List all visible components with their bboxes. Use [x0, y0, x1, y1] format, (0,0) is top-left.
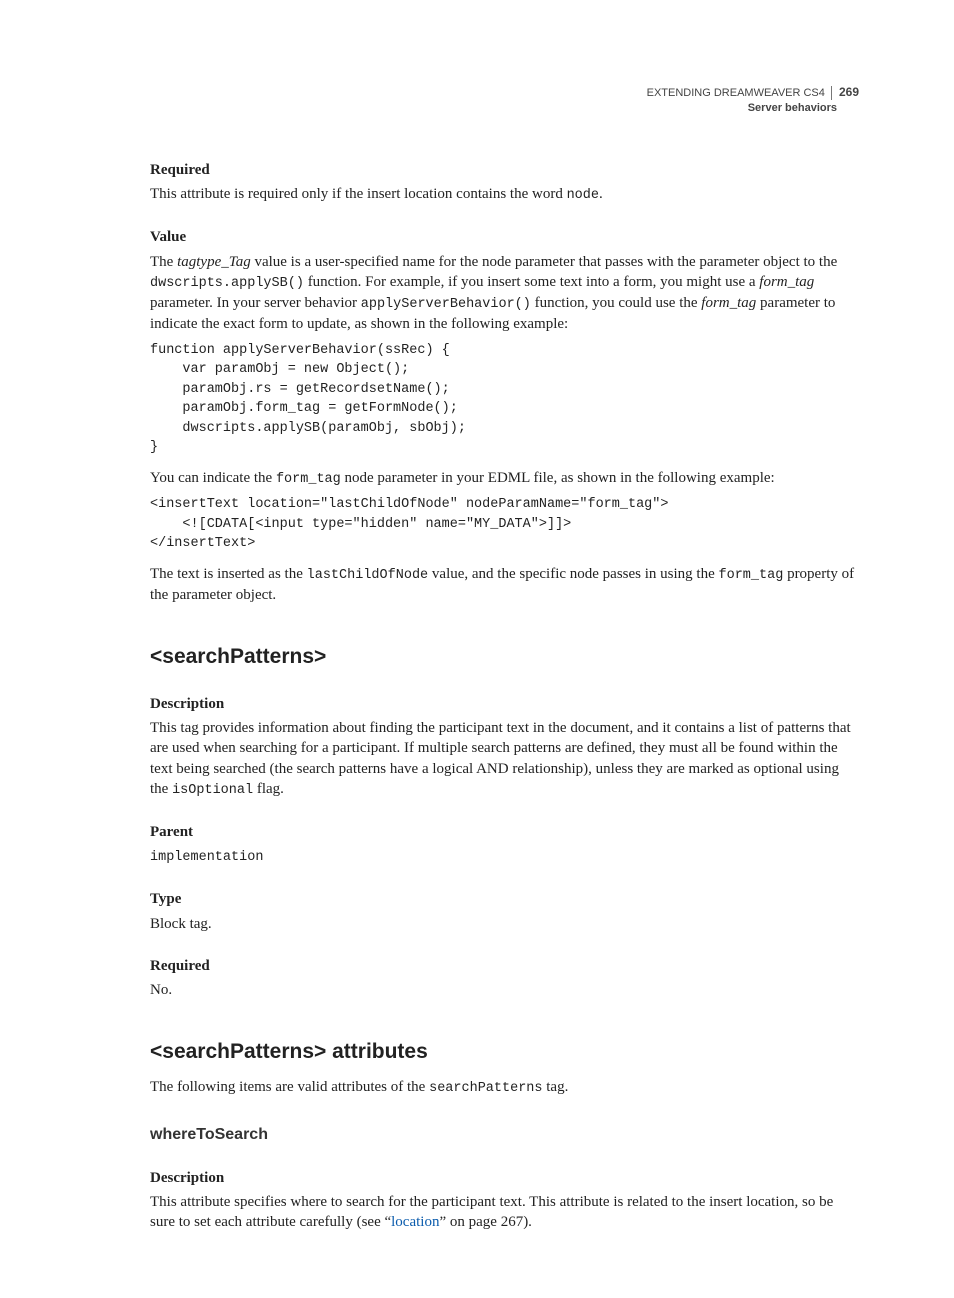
text: The — [150, 254, 177, 270]
wheretosearch-heading: whereToSearch — [150, 1124, 859, 1146]
inline-code: form_tag — [276, 472, 341, 487]
text: The text is inserted as the — [150, 566, 307, 582]
type-heading: Type — [150, 889, 859, 909]
value-paragraph-2: You can indicate the form_tag node param… — [150, 468, 859, 489]
text: This attribute is required only if the i… — [150, 186, 567, 202]
text: tag. — [543, 1079, 569, 1095]
inline-code: searchPatterns — [429, 1081, 542, 1096]
text: You can indicate the — [150, 470, 276, 486]
type-text: Block tag. — [150, 914, 859, 934]
required-heading: Required — [150, 160, 859, 180]
value-heading: Value — [150, 227, 859, 247]
page: EXTENDING DREAMWEAVER CS4 269 Server beh… — [0, 0, 954, 1298]
book-title: EXTENDING DREAMWEAVER CS4 — [647, 87, 825, 99]
running-header: EXTENDING DREAMWEAVER CS4 269 Server beh… — [647, 85, 859, 115]
section-name: Server behaviors — [647, 101, 859, 115]
text: flag. — [253, 781, 284, 797]
text: node parameter in your EDML file, as sho… — [341, 470, 775, 486]
italic-term: form_tag — [759, 274, 814, 290]
italic-term: tagtype_Tag — [177, 254, 251, 270]
parent-code: implementation — [150, 850, 263, 865]
code-block-1: function applyServerBehavior(ssRec) { va… — [150, 341, 859, 458]
value-paragraph-1: The tagtype_Tag value is a user-specifie… — [150, 252, 859, 335]
body-content: Required This attribute is required only… — [150, 160, 859, 1232]
text: The following items are valid attributes… — [150, 1079, 429, 1095]
description-paragraph: This tag provides information about find… — [150, 718, 859, 800]
page-number: 269 — [839, 85, 859, 99]
code-block-2: <insertText location="lastChildOfNode" n… — [150, 495, 859, 554]
where-description-paragraph: This attribute specifies where to search… — [150, 1192, 859, 1233]
italic-term: form_tag — [701, 295, 756, 311]
parent-heading: Parent — [150, 822, 859, 842]
description-heading: Description — [150, 694, 859, 714]
required-heading-2: Required — [150, 956, 859, 976]
inline-code: dwscripts.applySB() — [150, 276, 304, 291]
text: function, you could use the — [531, 295, 701, 311]
inline-code: applyServerBehavior() — [361, 297, 531, 312]
value-paragraph-3: The text is inserted as the lastChildOfN… — [150, 564, 859, 605]
inline-code: node — [567, 188, 599, 203]
text: function. For example, if you insert som… — [304, 274, 759, 290]
inline-code: isOptional — [172, 783, 253, 798]
inline-code: lastChildOfNode — [307, 568, 429, 583]
searchpatterns-heading: <searchPatterns> — [150, 643, 859, 671]
text: value, and the specific node passes in u… — [428, 566, 718, 582]
text: parameter. In your server behavior — [150, 295, 361, 311]
text: value is a user-specified name for the n… — [251, 254, 838, 270]
required-paragraph: This attribute is required only if the i… — [150, 184, 859, 205]
inline-code: form_tag — [719, 568, 784, 583]
attributes-heading: <searchPatterns> attributes — [150, 1038, 859, 1066]
required-text: No. — [150, 980, 859, 1000]
location-link[interactable]: location — [391, 1214, 439, 1230]
text: ” on page 267). — [439, 1214, 531, 1230]
text: . — [599, 186, 603, 202]
where-description-heading: Description — [150, 1168, 859, 1188]
attributes-intro: The following items are valid attributes… — [150, 1077, 859, 1098]
